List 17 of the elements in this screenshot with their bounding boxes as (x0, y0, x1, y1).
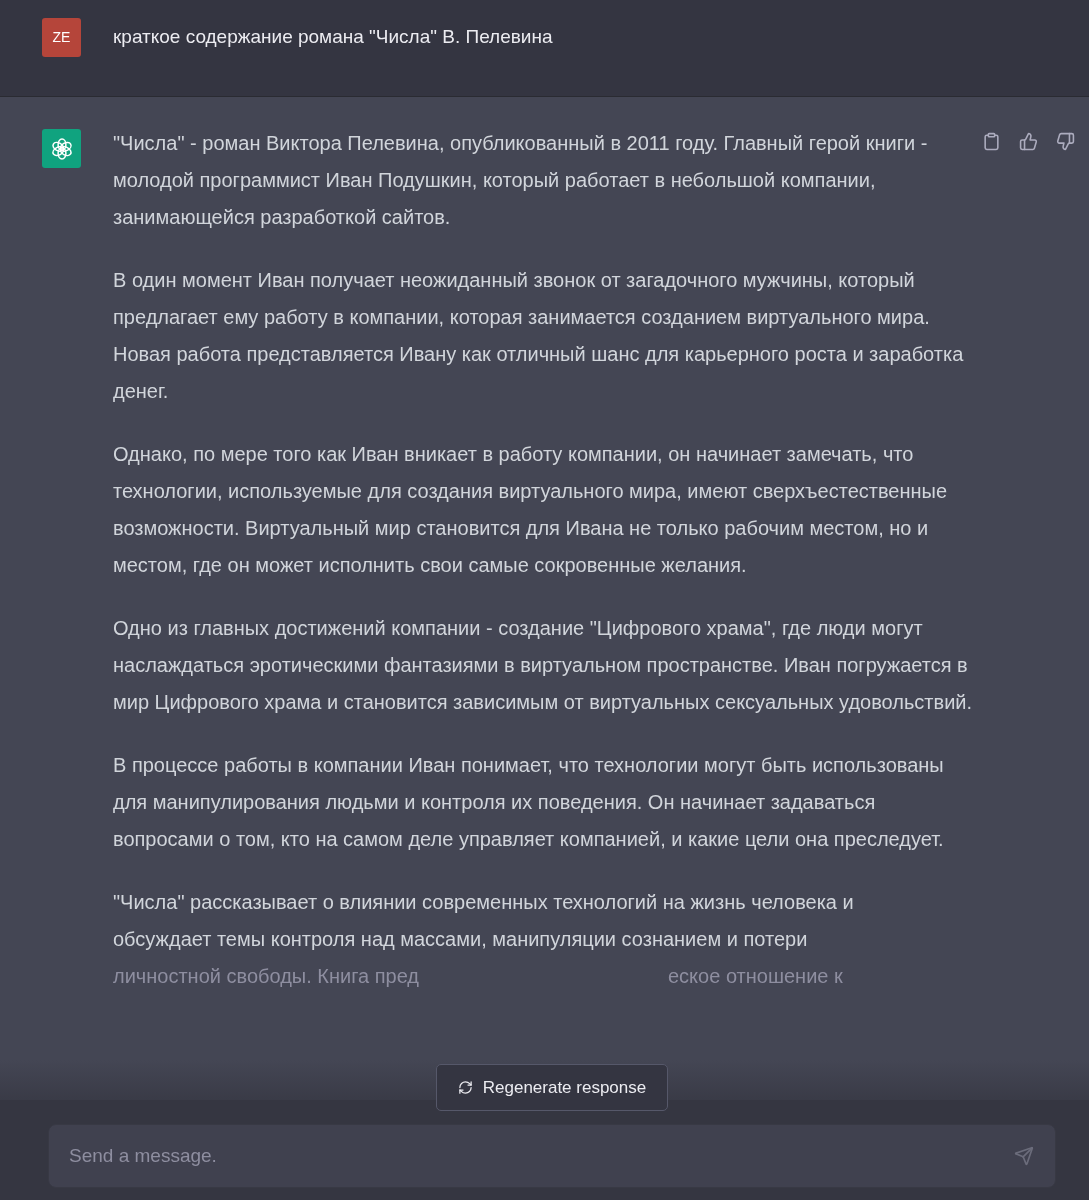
message-input[interactable]: Send a message. (48, 1124, 1056, 1188)
user-avatar: ZE (42, 18, 81, 57)
thumbs-down-icon[interactable] (1056, 132, 1075, 151)
response-line: еское отношение к (668, 964, 843, 989)
regenerate-button[interactable]: Regenerate response (436, 1064, 668, 1111)
thumbs-up-icon[interactable] (1019, 132, 1038, 151)
response-paragraph: Одно из главных достижений компании - создание "Цифрового храма", где люди могут наслаждаться эротическими фантазиями в виртуальном пространстве. Иван погружается в мир Цифрового храма и становится зависимым от виртуальных сексуальных удовольствий. (113, 616, 974, 715)
refresh-icon (457, 1080, 473, 1095)
response-line: обсуждает темы контроля над массами, манипуляции сознанием и потери (113, 927, 808, 952)
response-paragraph: "Числа" - роман Виктора Пелевина, опубликованный в 2011 году. Главный герой книги - молодой программист Иван Подушкин, который работает в небольшой компании, занимающейся разработкой сайтов. (113, 131, 929, 230)
response-paragraph: Однако, по мере того как Иван вникает в работу компании, он начинает замечать, что технологии, используемые для создания виртуального мира, имеют сверхъестественные возможности. Виртуальный мир становится для Ивана не только рабочим местом, но и местом, где он может исполнить свои самые сокровенные желания. (113, 442, 949, 578)
copy-icon[interactable] (982, 132, 1001, 151)
response-line: личностной свободы. Книга пред (113, 964, 419, 989)
response-line: "Числа" рассказывает о влиянии современных технологий на жизнь человека и (113, 890, 854, 915)
response-paragraph: В один момент Иван получает неожиданный звонок от загадочного мужчины, который предлагает ему работу в компании, которая занимается созданием виртуального мира. Новая работа представляется Ивану как отличный шанс для карьерного роста и заработка денег. (113, 268, 965, 404)
user-message: краткое содержание романа "Числа" В. Пелевина (113, 25, 553, 49)
response-paragraph: В процессе работы в компании Иван понимает, что технологии могут быть использованы для манипулирования людьми и контроля их поведения. Он начинает задаваться вопросами о том, кто на самом деле управляет компанией, и какие цели она преследует. (113, 753, 945, 852)
